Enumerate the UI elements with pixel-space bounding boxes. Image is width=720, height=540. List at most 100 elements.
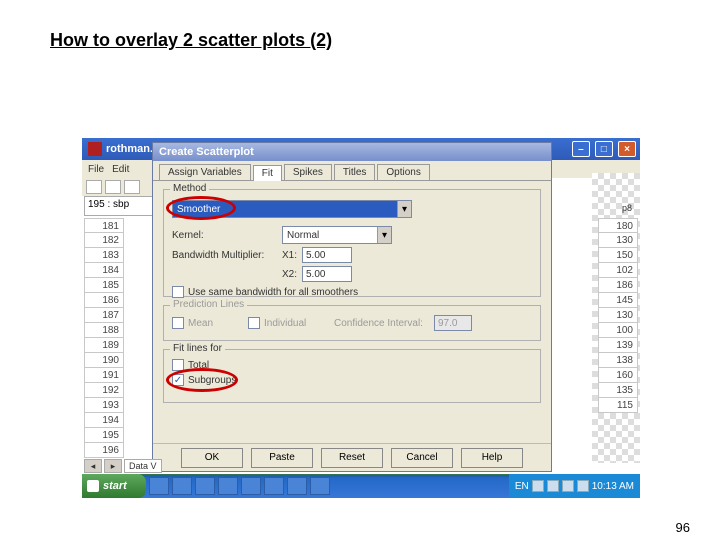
data-view-tab[interactable]: Data V	[124, 459, 162, 473]
row-header[interactable]: 194	[84, 413, 124, 428]
fit-lines-title: Fit lines for	[170, 343, 225, 354]
cancel-button[interactable]: Cancel	[391, 448, 453, 468]
page-number: 96	[676, 520, 690, 535]
spss-icon	[88, 142, 102, 156]
same-bandwidth-checkbox[interactable]	[172, 286, 184, 298]
dialog-tabs: Assign Variables Fit Spikes Titles Optio…	[153, 161, 551, 181]
data-cell[interactable]: 135	[598, 383, 638, 398]
data-cell[interactable]: 186	[598, 278, 638, 293]
maximize-button[interactable]: □	[595, 141, 613, 157]
column-header-p8[interactable]: p8	[622, 203, 632, 213]
taskbar-item[interactable]	[149, 477, 169, 495]
data-cell[interactable]: 115	[598, 398, 638, 413]
taskbar-item[interactable]	[241, 477, 261, 495]
tab-assign-variables[interactable]: Assign Variables	[159, 164, 251, 180]
minimize-button[interactable]: –	[572, 141, 590, 157]
taskbar-item[interactable]	[218, 477, 238, 495]
row-header[interactable]: 185	[84, 278, 124, 293]
paste-button[interactable]: Paste	[251, 448, 313, 468]
row-header[interactable]: 192	[84, 383, 124, 398]
taskbar-item[interactable]	[172, 477, 192, 495]
method-combo-value: Smoother	[177, 204, 220, 215]
mean-label: Mean	[188, 318, 248, 329]
row-headers-left: 181 182 183 184 185 186 187 188 189 190 …	[84, 218, 124, 458]
row-header[interactable]: 195	[84, 428, 124, 443]
subgroups-checkbox[interactable]: ✓	[172, 374, 184, 386]
row-header[interactable]: 181	[84, 218, 124, 233]
bandwidth-label: Bandwidth Multiplier:	[172, 250, 282, 261]
taskbar-item[interactable]	[195, 477, 215, 495]
tab-titles[interactable]: Titles	[334, 164, 376, 180]
individual-checkbox	[248, 317, 260, 329]
same-bandwidth-label: Use same bandwidth for all smoothers	[188, 287, 358, 298]
clock[interactable]: 10:13 AM	[592, 481, 634, 492]
print-icon[interactable]	[124, 180, 140, 194]
x1-label: X1:	[282, 250, 302, 261]
dialog-title: Create Scatterplot	[153, 143, 551, 161]
tray-icon[interactable]	[547, 480, 559, 492]
kernel-combo[interactable]: Normal ▾	[282, 226, 392, 244]
data-cell[interactable]: 145	[598, 293, 638, 308]
start-button[interactable]: start	[82, 474, 146, 498]
data-cell[interactable]: 130	[598, 233, 638, 248]
row-header[interactable]: 191	[84, 368, 124, 383]
subgroups-label: Subgroups	[188, 375, 236, 386]
ci-label: Confidence Interval:	[334, 318, 434, 329]
mean-checkbox	[172, 317, 184, 329]
dialog-body: Method Smoother ▾ Kernel: Normal ▾ Bandw…	[153, 181, 551, 441]
row-header[interactable]: 187	[84, 308, 124, 323]
data-cell[interactable]: 138	[598, 353, 638, 368]
windows-logo-icon	[87, 480, 99, 492]
start-label: start	[103, 480, 127, 492]
view-btn-2[interactable]: ▸	[104, 459, 122, 473]
data-cell[interactable]: 130	[598, 308, 638, 323]
slide-title: How to overlay 2 scatter plots (2)	[50, 30, 332, 51]
menu-edit[interactable]: Edit	[112, 164, 129, 175]
close-button[interactable]: ×	[618, 141, 636, 157]
volume-icon[interactable]	[577, 480, 589, 492]
ok-button[interactable]: OK	[181, 448, 243, 468]
kernel-combo-value: Normal	[287, 230, 319, 241]
save-icon[interactable]	[105, 180, 121, 194]
screenshot-area: rothman.s – □ × File Edit 195 : sbp 181 …	[82, 138, 640, 498]
tray-icon[interactable]	[562, 480, 574, 492]
chevron-down-icon[interactable]: ▾	[397, 201, 411, 217]
individual-label: Individual	[264, 318, 334, 329]
menu-file[interactable]: File	[88, 164, 104, 175]
taskbar-item[interactable]	[264, 477, 284, 495]
chevron-down-icon[interactable]: ▾	[377, 227, 391, 243]
row-header[interactable]: 189	[84, 338, 124, 353]
data-cell[interactable]: 160	[598, 368, 638, 383]
total-checkbox[interactable]	[172, 359, 184, 371]
taskbar-item[interactable]	[310, 477, 330, 495]
row-header[interactable]: 196	[84, 443, 124, 458]
tab-spikes[interactable]: Spikes	[284, 164, 332, 180]
data-cell[interactable]: 102	[598, 263, 638, 278]
x1-input[interactable]: 5.00	[302, 247, 352, 263]
lang-indicator[interactable]: EN	[515, 481, 529, 492]
row-header[interactable]: 193	[84, 398, 124, 413]
method-group-title: Method	[170, 183, 209, 194]
x2-label: X2:	[282, 269, 302, 280]
data-cell[interactable]: 150	[598, 248, 638, 263]
data-cell[interactable]: 180	[598, 218, 638, 233]
row-header[interactable]: 184	[84, 263, 124, 278]
open-icon[interactable]	[86, 180, 102, 194]
tab-options[interactable]: Options	[377, 164, 429, 180]
row-header[interactable]: 188	[84, 323, 124, 338]
taskbar-item[interactable]	[287, 477, 307, 495]
x2-input[interactable]: 5.00	[302, 266, 352, 282]
tray-icon[interactable]	[532, 480, 544, 492]
row-header[interactable]: 182	[84, 233, 124, 248]
row-header[interactable]: 183	[84, 248, 124, 263]
row-header[interactable]: 186	[84, 293, 124, 308]
data-cell[interactable]: 139	[598, 338, 638, 353]
total-label: Total	[188, 360, 209, 371]
row-header[interactable]: 190	[84, 353, 124, 368]
help-button[interactable]: Help	[461, 448, 523, 468]
reset-button[interactable]: Reset	[321, 448, 383, 468]
tab-fit[interactable]: Fit	[253, 165, 282, 181]
method-combo[interactable]: Smoother ▾	[172, 200, 412, 218]
data-cell[interactable]: 100	[598, 323, 638, 338]
view-btn-1[interactable]: ◂	[84, 459, 102, 473]
